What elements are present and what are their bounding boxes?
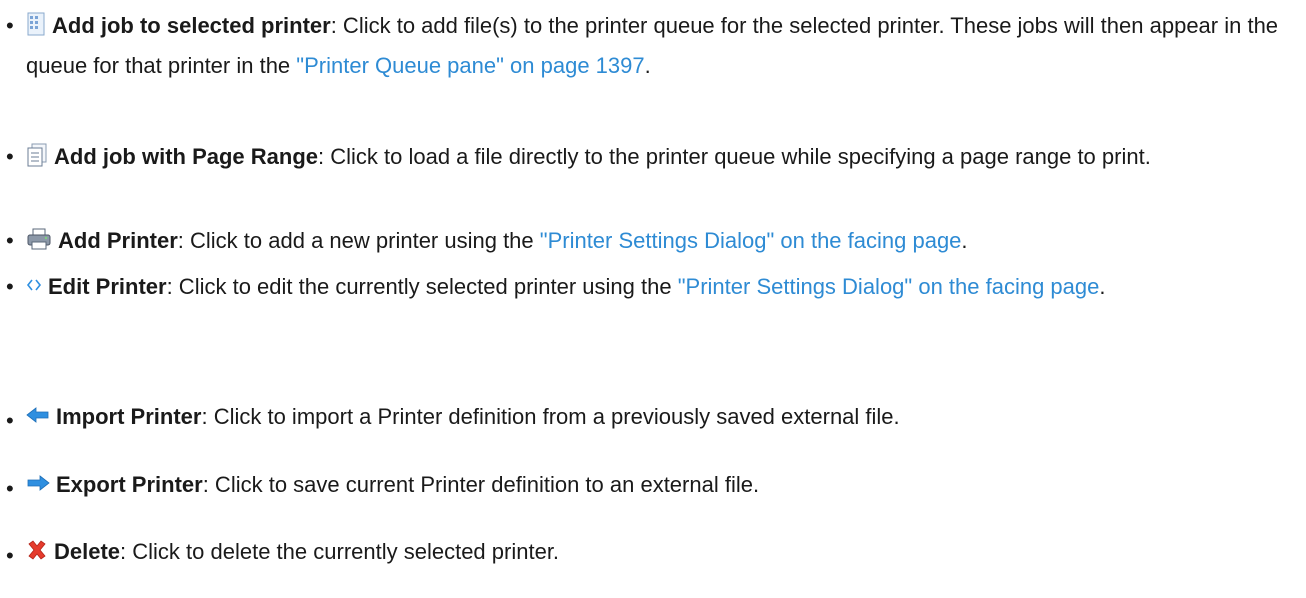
term-label: Edit Printer xyxy=(48,274,167,299)
bullet: • xyxy=(6,228,14,253)
bullet: • xyxy=(6,274,14,299)
export-arrow-icon xyxy=(26,475,50,492)
delete-icon xyxy=(26,539,48,561)
description: : Click to save current Printer definiti… xyxy=(202,472,760,497)
printer-queue-link[interactable]: "Printer Queue pane" on page 1397 xyxy=(296,53,644,78)
description: : Click to load a file directly to the p… xyxy=(318,144,1151,169)
tail-text: . xyxy=(644,53,651,78)
term-label: Add job to selected printer xyxy=(52,13,331,38)
bullet: • xyxy=(6,13,14,38)
term-label: Add job with Page Range xyxy=(54,144,319,169)
bullet: • xyxy=(6,543,14,568)
term-label: Delete xyxy=(54,539,121,564)
description: : Click to import a Printer definition f… xyxy=(201,404,900,429)
edit-icon xyxy=(26,277,42,293)
term-label: Import Printer xyxy=(56,404,202,429)
printer-icon xyxy=(26,228,52,250)
page-range-icon xyxy=(26,143,48,167)
description: : Click to add a new printer using the xyxy=(177,228,540,253)
description: : Click to delete the currently selected… xyxy=(120,539,560,564)
printer-settings-link[interactable]: "Printer Settings Dialog" on the facing … xyxy=(540,228,962,253)
import-arrow-icon xyxy=(26,407,50,424)
bullet: • xyxy=(6,476,14,501)
term-label: Add Printer xyxy=(58,228,178,253)
tail-text: . xyxy=(1099,274,1106,299)
description: : Click to edit the currently selected p… xyxy=(166,274,678,299)
tail-text: . xyxy=(961,228,968,253)
printer-settings-link[interactable]: "Printer Settings Dialog" on the facing … xyxy=(678,274,1100,299)
add-job-icon xyxy=(26,12,46,36)
term-label: Export Printer xyxy=(56,472,203,497)
bullet: • xyxy=(6,144,14,169)
bullet: • xyxy=(6,408,14,433)
